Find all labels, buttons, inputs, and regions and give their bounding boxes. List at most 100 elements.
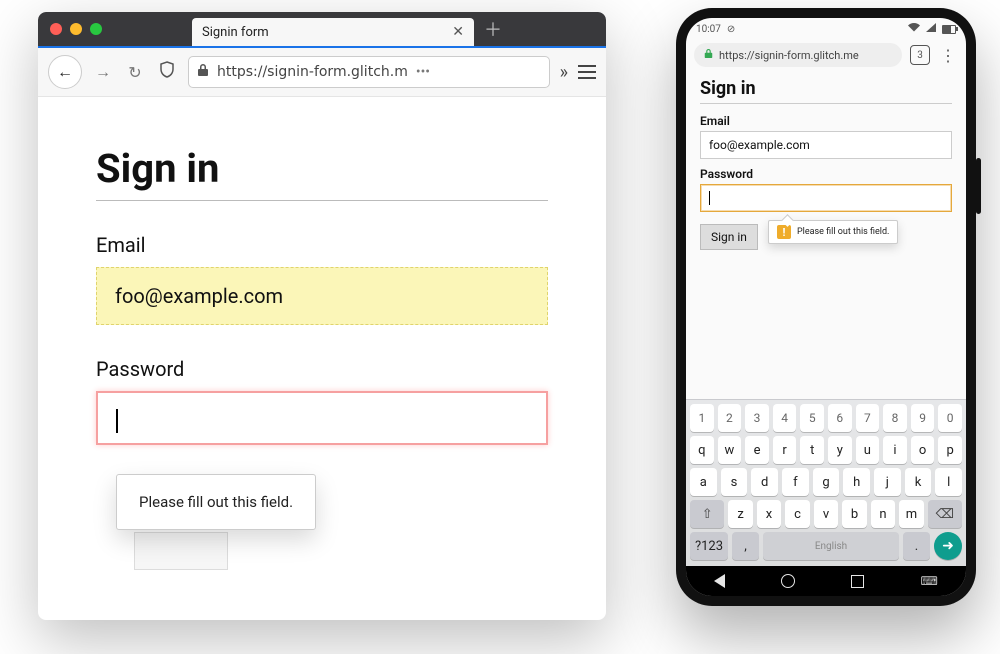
password-label: Password [700,167,952,181]
text-caret [116,409,118,433]
key-8[interactable]: 8 [883,404,907,432]
nav-keyboard-icon[interactable]: ⌨ [921,574,938,588]
signal-icon [926,23,936,35]
key-r[interactable]: r [773,436,797,464]
password-label: Password [96,357,548,381]
key-w[interactable]: w [718,436,742,464]
key-5[interactable]: 5 [800,404,824,432]
hamburger-menu-icon[interactable] [578,65,596,79]
phone-frame: 10:07 ⊘ https://signin-form.glitch.me [676,8,976,606]
page-title: Sign in [96,145,548,201]
key-7[interactable]: 7 [856,404,880,432]
key-.[interactable]: . [903,532,930,560]
mobile-url-box[interactable]: https://signin-form.glitch.me [694,43,902,67]
page-actions-icon[interactable]: ••• [416,64,430,80]
key-j[interactable]: j [874,468,901,496]
signin-button[interactable]: Sign in [700,224,758,250]
reload-button[interactable]: ↻ [124,63,146,82]
key-,[interactable]: , [732,532,759,560]
new-tab-button[interactable]: ＋ [479,15,507,43]
key-3[interactable]: 3 [745,404,769,432]
android-nav-bar: ⌨ [686,566,966,596]
key-i[interactable]: i [883,436,907,464]
mobile-address-bar: https://signin-form.glitch.me 3 ⋮ [686,40,966,70]
validation-message: Please fill out this field. [139,493,293,511]
address-bar: ← → ↻ https://signin-form.glitch.m ••• » [38,46,606,97]
kebab-menu-icon[interactable]: ⋮ [938,46,958,65]
maximize-window-icon[interactable] [90,23,102,35]
back-button[interactable]: ← [48,55,82,89]
key-➜[interactable]: ➜ [934,532,962,560]
page-content: Sign in Email foo@example.com Password [38,97,606,620]
key-n[interactable]: n [871,500,895,528]
key-e[interactable]: e [745,436,769,464]
validation-tooltip: ! Please fill out this field. [768,220,898,244]
key-h[interactable]: h [843,468,870,496]
signin-button-obscured[interactable] [134,532,228,570]
key-o[interactable]: o [911,436,935,464]
email-label: Email [96,233,548,257]
tab-count-button[interactable]: 3 [910,45,930,65]
key-⌫[interactable]: ⌫ [928,500,962,528]
key-⇧[interactable]: ⇧ [690,500,724,528]
soft-keyboard: 1234567890 qwertyuiop asdfghjkl ⇧zxcvbnm… [686,399,966,566]
mobile-url-text: https://signin-form.glitch.me [719,49,859,62]
mobile-page-content: Sign in Email foo@example.com Password S… [686,70,966,250]
key-1[interactable]: 1 [690,404,714,432]
key-2[interactable]: 2 [718,404,742,432]
url-box[interactable]: https://signin-form.glitch.m ••• [188,56,550,88]
key-z[interactable]: z [728,500,752,528]
tracking-shield-icon[interactable] [156,61,178,83]
key-a[interactable]: a [690,468,717,496]
close-window-icon[interactable] [50,23,62,35]
warning-icon: ! [777,225,791,239]
key-?123[interactable]: ?123 [690,532,728,560]
text-caret [709,191,710,205]
key-p[interactable]: p [938,436,962,464]
status-time: 10:07 [696,24,721,35]
signin-button-label: Sign in [711,230,747,244]
key-x[interactable]: x [757,500,781,528]
validation-tooltip: Please fill out this field. [116,474,316,530]
validation-message: Please fill out this field. [797,227,889,237]
key-u[interactable]: u [856,436,880,464]
key-q[interactable]: q [690,436,714,464]
status-bar: 10:07 ⊘ [686,18,966,40]
key-f[interactable]: f [782,468,809,496]
key-d[interactable]: d [751,468,778,496]
key-4[interactable]: 4 [773,404,797,432]
lock-icon [197,63,209,81]
key-l[interactable]: l [935,468,962,496]
key-s[interactable]: s [721,468,748,496]
key-English[interactable]: English [763,532,899,560]
key-0[interactable]: 0 [938,404,962,432]
tab-count: 3 [917,50,923,61]
overflow-chevron-icon[interactable]: » [560,62,568,83]
key-9[interactable]: 9 [911,404,935,432]
key-c[interactable]: c [785,500,809,528]
close-tab-icon[interactable]: ✕ [452,24,464,40]
browser-tab[interactable]: Signin form ✕ [192,18,474,46]
key-g[interactable]: g [813,468,840,496]
nav-home-icon[interactable] [781,574,795,588]
key-k[interactable]: k [905,468,932,496]
email-field-value: foo@example.com [709,138,810,152]
key-b[interactable]: b [842,500,866,528]
key-y[interactable]: y [828,436,852,464]
key-t[interactable]: t [800,436,824,464]
key-v[interactable]: v [814,500,838,528]
nav-back-icon[interactable] [714,574,725,588]
phone-screen: 10:07 ⊘ https://signin-form.glitch.me [686,18,966,596]
minimize-window-icon[interactable] [70,23,82,35]
window-controls [38,23,114,35]
key-6[interactable]: 6 [828,404,852,432]
key-m[interactable]: m [899,500,923,528]
password-field[interactable] [700,184,952,212]
password-field[interactable] [96,391,548,445]
email-field[interactable]: foo@example.com [96,267,548,325]
status-app-icon: ⊘ [727,24,735,35]
email-field-value: foo@example.com [115,284,283,308]
nav-recent-icon[interactable] [851,575,864,588]
forward-button[interactable]: → [92,62,114,82]
email-field[interactable]: foo@example.com [700,131,952,159]
